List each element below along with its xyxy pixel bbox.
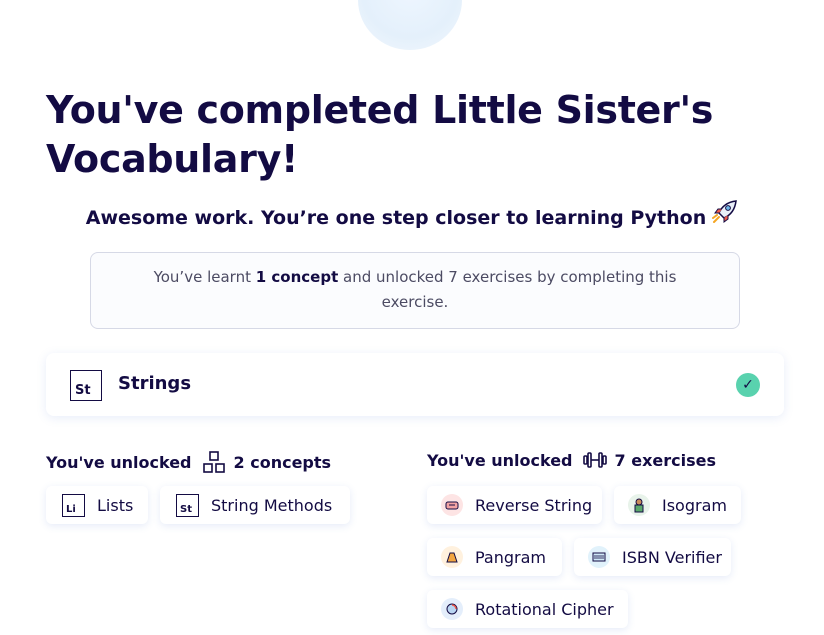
check-icon: ✓ (736, 373, 760, 397)
concepts-icon (202, 450, 226, 474)
unlocked-concepts-label: You've unlocked (46, 452, 192, 472)
exercise-label: Reverse String (475, 495, 593, 515)
isogram-icon (628, 494, 650, 516)
exercise-label: Rotational Cipher (475, 599, 614, 619)
concept-name: Strings (118, 373, 192, 394)
unlocked-exercises-heading: You've unlocked 7 exercises (427, 450, 716, 470)
hero-backdrop (358, 0, 462, 50)
exercise-label: Isogram (662, 495, 727, 515)
concept-pill-lists[interactable]: Li Lists (46, 486, 148, 524)
summary-highlight: 1 concept (255, 268, 339, 286)
completion-subtitle: Awesome work. You’re one step closer to … (0, 200, 824, 229)
exercise-pill-pangram[interactable]: Pangram (427, 538, 562, 576)
concept-symbol: St (70, 370, 102, 401)
unlocked-exercises-label: You've unlocked (427, 450, 573, 470)
concept-pill-string-methods[interactable]: St String Methods (160, 486, 350, 524)
page-title: You've completed Little Sister's Vocabul… (46, 88, 714, 181)
rotational-cipher-icon (441, 598, 463, 620)
concept-symbol: Li (62, 493, 85, 517)
concept-label: String Methods (211, 495, 333, 515)
isbn-verifier-icon (588, 546, 610, 568)
unlocked-exercises-count: 7 exercises (614, 450, 716, 470)
concept-label: Lists (97, 495, 134, 515)
reverse-string-icon (441, 494, 463, 516)
pangram-icon (441, 546, 463, 568)
exercise-label: ISBN Verifier (622, 547, 722, 567)
exercise-pill-rotational-cipher[interactable]: Rotational Cipher (427, 590, 628, 628)
summary-prefix: You’ve learnt (153, 268, 256, 286)
learnt-concept-card[interactable]: St Strings ✓ (46, 353, 784, 416)
summary-suffix: and unlocked 7 exercises by completing t… (338, 268, 677, 311)
dumbbell-icon (582, 450, 607, 470)
unlocked-concepts-heading: You've unlocked 2 concepts (46, 450, 331, 474)
rocket-icon (712, 200, 738, 229)
exercise-label: Pangram (475, 547, 546, 567)
unlocked-concepts-count: 2 concepts (233, 452, 332, 472)
exercise-pill-isogram[interactable]: Isogram (614, 486, 741, 524)
concept-symbol: St (176, 493, 199, 517)
exercise-pill-isbn-verifier[interactable]: ISBN Verifier (574, 538, 731, 576)
completion-summary: You’ve learnt 1 concept and unlocked 7 e… (90, 252, 740, 329)
hero-illustration (352, 0, 468, 50)
subtitle-text: Awesome work. You’re one step closer to … (85, 207, 707, 229)
exercise-pill-reverse-string[interactable]: Reverse String (427, 486, 602, 524)
